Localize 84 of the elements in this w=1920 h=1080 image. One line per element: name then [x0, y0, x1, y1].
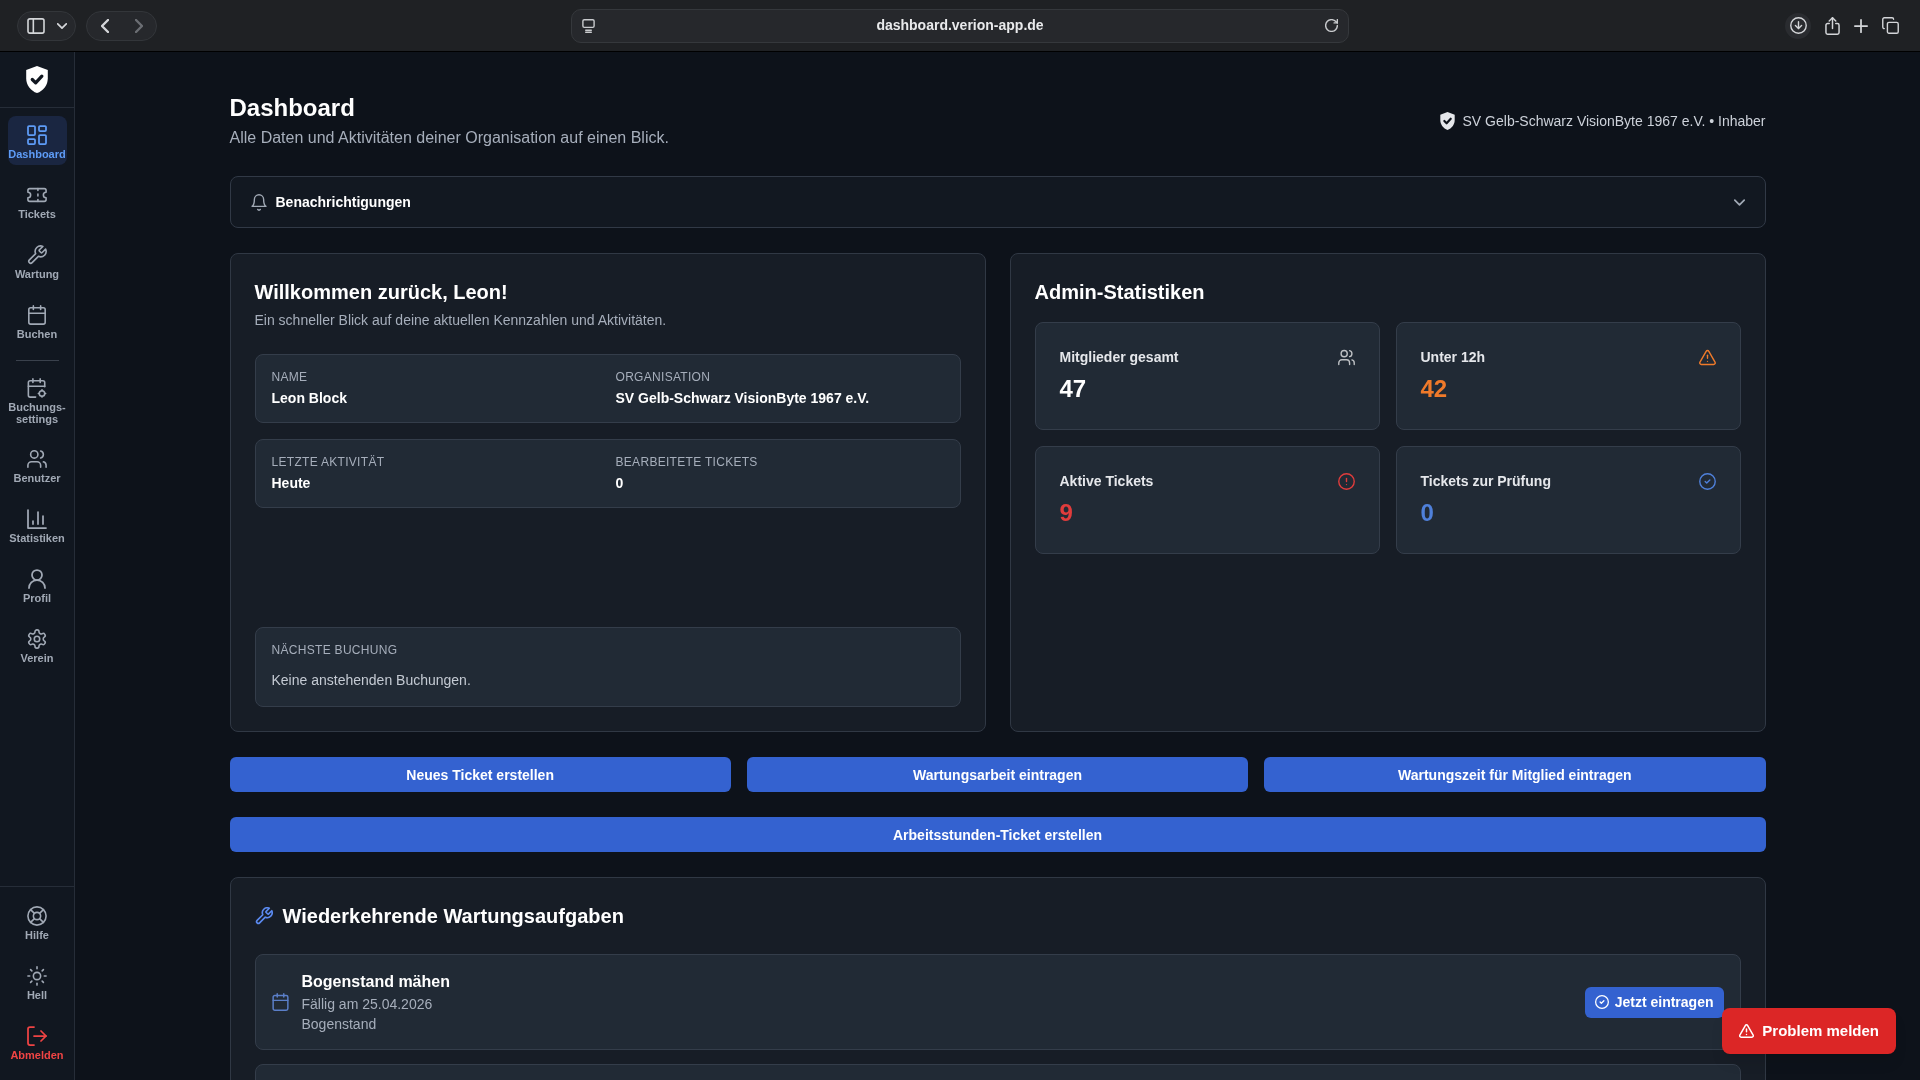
ticket-icon: [27, 185, 47, 205]
dashboard-icon: [27, 125, 47, 145]
organization-label: SV Gelb-Schwarz VisionByte 1967 e.V. • Inhaber: [1462, 112, 1766, 131]
field-value: Leon Block: [271, 389, 348, 408]
sidebar-item[interactable]: Wartung: [7, 236, 67, 285]
warning-icon: [1698, 348, 1716, 366]
field-label: ORGANISATION: [615, 369, 712, 385]
user-icon: [27, 569, 47, 589]
back-icon[interactable]: [100, 18, 109, 33]
stat-value: 9: [1059, 498, 1074, 528]
field-value: SV Gelb-Schwarz VisionByte 1967 e.V.: [615, 389, 871, 408]
sidebar-item[interactable]: Buchungs-settings: [7, 369, 67, 429]
sidebar-item[interactable]: Verein: [7, 620, 67, 669]
check-circle-icon: [1594, 995, 1609, 1009]
stat-value: 47: [1059, 374, 1088, 404]
task-due-date: Fällig am 25.04.2026: [301, 995, 434, 1014]
sidebar-item[interactable]: Abmelden: [7, 1017, 67, 1066]
card-title: Admin-Statistiken: [1034, 280, 1206, 305]
field-label: NÄCHSTE BUCHUNG: [271, 642, 399, 658]
sidebar-item[interactable]: Hilfe: [7, 897, 67, 946]
calendar-icon: [27, 305, 47, 325]
forward-icon[interactable]: [134, 18, 143, 33]
page-title: Dashboard: [229, 93, 356, 123]
wrench-icon: [27, 245, 47, 265]
shield-check-icon: [1439, 112, 1455, 130]
action-button[interactable]: Arbeitsstunden-Ticket erstellen: [229, 817, 1766, 852]
sidebar-item[interactable]: Statistiken: [7, 500, 67, 549]
shield-check-logo-icon: [26, 66, 48, 93]
bell-icon: [250, 193, 267, 211]
tabs-icon[interactable]: [1882, 17, 1899, 34]
task-location: Bogenstand: [301, 1015, 378, 1034]
share-icon[interactable]: [1825, 16, 1840, 35]
card-title: Wiederkehrende Wartungsaufgaben: [282, 904, 624, 929]
users-icon: [27, 449, 47, 469]
stat-label: Tickets zur Prüfung: [1420, 472, 1551, 491]
sidebar-item[interactable]: Profil: [7, 560, 67, 609]
sidebar-item[interactable]: Benutzer: [7, 440, 67, 489]
calendar-gear-icon: [27, 378, 47, 398]
action-button[interactable]: Neues Ticket erstellen: [229, 757, 731, 792]
sidebar-item[interactable]: Tickets: [7, 176, 67, 225]
empty-message: Keine anstehenden Buchungen.: [271, 671, 472, 690]
notifications-toggle[interactable]: Benachrichtigungen: [229, 176, 1766, 228]
stat-value: 42: [1420, 374, 1449, 404]
address-bar[interactable]: dashboard.verion-app.de: [571, 8, 1349, 43]
download-button[interactable]: [1785, 12, 1811, 39]
bar-chart-icon: [27, 509, 47, 529]
sun-icon: [27, 966, 47, 986]
download-icon: [1789, 17, 1807, 34]
check-circle-icon: [1698, 472, 1716, 490]
stat-label: Aktive Tickets: [1059, 472, 1154, 491]
reload-icon[interactable]: [1325, 19, 1338, 32]
sidebar-icon: [26, 17, 45, 34]
stat-label: Unter 12h: [1420, 348, 1486, 367]
stat-label: Mitglieder gesamt: [1059, 348, 1179, 367]
log-task-button[interactable]: Jetzt eintragen: [1584, 986, 1724, 1018]
stat-value: 0: [1420, 498, 1435, 528]
sidebar-item[interactable]: Buchen: [7, 296, 67, 345]
report-problem-button[interactable]: Problem melden: [1722, 1008, 1896, 1054]
task-title: Bogenstand mähen: [301, 972, 450, 992]
page-icon: [582, 18, 595, 33]
field-label: BEARBEITETE TICKETS: [615, 454, 759, 470]
lifebuoy-icon: [27, 906, 47, 926]
sidebar-item[interactable]: Hell: [7, 957, 67, 1006]
gear-icon: [27, 629, 47, 649]
chevron-down-icon: [56, 22, 67, 29]
field-value: Heute: [271, 474, 312, 493]
field-value: 0: [615, 474, 625, 493]
card-subtitle: Ein schneller Blick auf deine aktuellen Kennzahlen und Aktivitäten.: [254, 311, 668, 330]
field-label: NAME: [271, 369, 309, 385]
field-label: LETZTE AKTIVITÄT: [271, 454, 386, 470]
calendar-icon: [271, 993, 289, 1011]
card-title: Willkommen zurück, Leon!: [254, 280, 509, 305]
logout-icon: [27, 1026, 47, 1046]
alert-circle-icon: [1337, 472, 1355, 490]
sidebar-toggle-button[interactable]: [17, 10, 76, 41]
page-subtitle: Alle Daten und Aktivitäten deiner Organisation auf einen Blick.: [229, 128, 669, 148]
sidebar-item[interactable]: Dashboard: [7, 116, 67, 165]
url-text: dashboard.verion-app.de: [875, 16, 1045, 35]
plus-icon[interactable]: [1854, 18, 1868, 33]
users-icon: [1337, 348, 1355, 366]
warning-icon: [1739, 1024, 1755, 1038]
action-button[interactable]: Wartungsarbeit eintragen: [746, 757, 1249, 792]
action-button[interactable]: Wartungszeit für Mitglied eintragen: [1264, 757, 1766, 792]
wrench-icon: [254, 907, 273, 925]
